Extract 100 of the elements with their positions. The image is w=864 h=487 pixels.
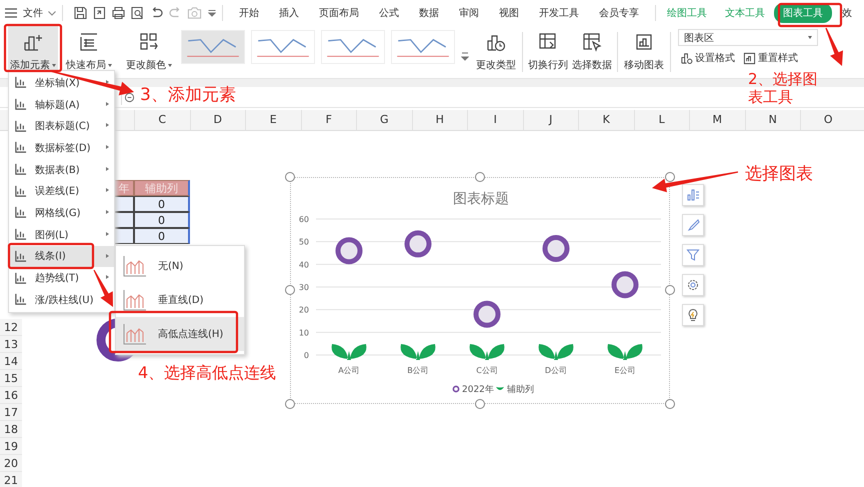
ribbon-button[interactable]: 移动图表 <box>621 26 667 78</box>
resize-handle[interactable] <box>285 285 295 295</box>
y-axis-label: 60 <box>298 215 309 224</box>
ribbon-tab[interactable]: 效 <box>832 3 862 23</box>
save-icon[interactable] <box>73 6 88 20</box>
leaf-marker[interactable] <box>608 344 642 360</box>
ribbon-tab[interactable]: 开发工具 <box>529 3 589 23</box>
chart-style-thumbnail[interactable] <box>251 30 315 64</box>
menu-item[interactable]: 垂直线(D) <box>116 283 244 317</box>
ribbon-tab[interactable]: 页面布局 <box>309 3 369 23</box>
chart-settings-button[interactable] <box>682 274 704 296</box>
column-header[interactable]: E <box>245 110 300 130</box>
camera-icon[interactable] <box>187 6 202 20</box>
row-header[interactable]: 21 <box>0 472 22 487</box>
column-header[interactable]: J <box>522 110 578 130</box>
chart-style-thumbnail[interactable] <box>391 30 455 64</box>
column-header[interactable]: O <box>800 110 856 130</box>
menu-item[interactable]: 数据标签(D) <box>9 137 114 159</box>
row-header[interactable]: 18 <box>0 421 22 438</box>
data-point[interactable] <box>404 230 432 258</box>
chart-style-thumbnail[interactable] <box>321 30 385 64</box>
format-button[interactable]: 重置样式 <box>741 49 800 67</box>
menu-item[interactable]: 网格线(G) <box>9 202 114 224</box>
ribbon-tab[interactable]: 开始 <box>229 3 269 23</box>
menu-item[interactable]: 图例(L) <box>9 224 114 246</box>
column-header[interactable]: G <box>356 110 412 130</box>
submenu-arrow-icon <box>106 232 109 236</box>
ribbon-button[interactable]: 选择数据 <box>570 26 614 78</box>
resize-handle[interactable] <box>475 399 485 409</box>
data-point[interactable] <box>612 271 638 298</box>
row-header[interactable]: 15 <box>0 370 22 387</box>
column-header[interactable]: I <box>467 110 522 130</box>
row-header[interactable]: 16 <box>0 387 22 404</box>
menu-item[interactable]: 数据表(B) <box>9 158 114 180</box>
ribbon-button[interactable]: 切换行列 <box>526 26 570 78</box>
data-point[interactable] <box>474 300 500 328</box>
column-header[interactable]: F <box>300 110 356 130</box>
chart-style-thumbnail[interactable] <box>181 30 245 64</box>
chart-style-button[interactable] <box>682 214 704 236</box>
table-cell <box>114 196 134 212</box>
chart-elements-button[interactable] <box>682 184 704 206</box>
preview-icon[interactable] <box>130 6 145 20</box>
gallery-scroll-icon[interactable] <box>461 52 469 62</box>
menu-item[interactable]: 轴标题(A) <box>9 94 114 116</box>
column-header[interactable]: K <box>578 110 634 130</box>
chevron-down-icon[interactable] <box>48 10 56 16</box>
leaf-marker[interactable] <box>470 344 504 360</box>
resize-handle[interactable] <box>665 285 675 295</box>
submenu-arrow-icon <box>106 275 109 280</box>
row-header[interactable]: 19 <box>0 438 22 455</box>
ribbon-button[interactable]: 更改颜色 <box>121 26 177 78</box>
row-header[interactable]: 20 <box>0 455 22 472</box>
file-menu[interactable]: 文件 <box>23 6 43 20</box>
ribbon-tab[interactable]: 公式 <box>369 3 409 23</box>
column-header[interactable]: L <box>634 110 689 130</box>
menu-item[interactable]: 线条(I) <box>9 246 114 268</box>
leaf-marker[interactable] <box>400 344 436 360</box>
leaf-marker[interactable] <box>538 344 574 360</box>
data-point[interactable] <box>336 237 362 264</box>
ribbon-tab[interactable]: 审阅 <box>449 3 489 23</box>
ribbon-tab[interactable]: 数据 <box>409 3 449 23</box>
column-header[interactable]: D <box>190 110 245 130</box>
row-header[interactable]: 17 <box>0 404 22 421</box>
menu-item[interactable]: 图表标题(C) <box>9 115 114 138</box>
element-select[interactable]: 图表区 <box>678 29 818 46</box>
column-header[interactable]: N <box>744 110 800 130</box>
leaf-marker[interactable] <box>332 344 366 360</box>
menu-item[interactable]: 无(N) <box>116 249 244 283</box>
row-header[interactable]: 13 <box>0 336 22 353</box>
chart-title[interactable]: 图表标题 <box>453 191 509 207</box>
lightbulb-icon <box>686 308 700 322</box>
row-header[interactable]: 14 <box>0 353 22 370</box>
line-chart-icon <box>122 288 148 312</box>
resize-handle[interactable] <box>665 172 675 182</box>
zoom-icon[interactable] <box>124 92 135 102</box>
resize-handle[interactable] <box>285 172 295 182</box>
ribbon-button[interactable]: 更改类型 <box>473 26 519 78</box>
chart-ideas-button[interactable] <box>682 304 704 326</box>
column-header[interactable]: H <box>412 110 467 130</box>
row-header[interactable]: 12 <box>0 319 22 336</box>
resize-handle[interactable] <box>475 172 485 182</box>
brush-icon <box>686 218 700 232</box>
ribbon-tab[interactable]: 视图 <box>489 3 529 23</box>
chart-filter-button[interactable] <box>682 244 704 266</box>
legend-label: 辅助列 <box>507 385 534 395</box>
print-icon[interactable] <box>111 6 126 20</box>
resize-handle[interactable] <box>665 399 675 409</box>
column-header[interactable]: M <box>689 110 744 130</box>
chart-area[interactable]: 图表标题 0 10 20 30 40 50 60 A公司 B公司 C公司 D公司 E公司 2022年 辅助列 <box>290 177 670 404</box>
resize-handle[interactable] <box>285 399 295 409</box>
ribbon-tab[interactable]: 会员专享 <box>589 3 649 23</box>
column-header[interactable]: C <box>134 110 190 130</box>
more-icon[interactable] <box>208 10 216 16</box>
ribbon-tab[interactable]: 插入 <box>269 3 309 23</box>
export-icon[interactable] <box>92 6 107 20</box>
data-point[interactable] <box>542 234 570 262</box>
menu-item[interactable]: 高低点连线(H) <box>116 317 244 351</box>
menu-item[interactable]: 误差线(E) <box>9 180 114 202</box>
format-button[interactable]: 设置格式 <box>678 49 737 67</box>
menu-icon[interactable] <box>5 8 17 18</box>
